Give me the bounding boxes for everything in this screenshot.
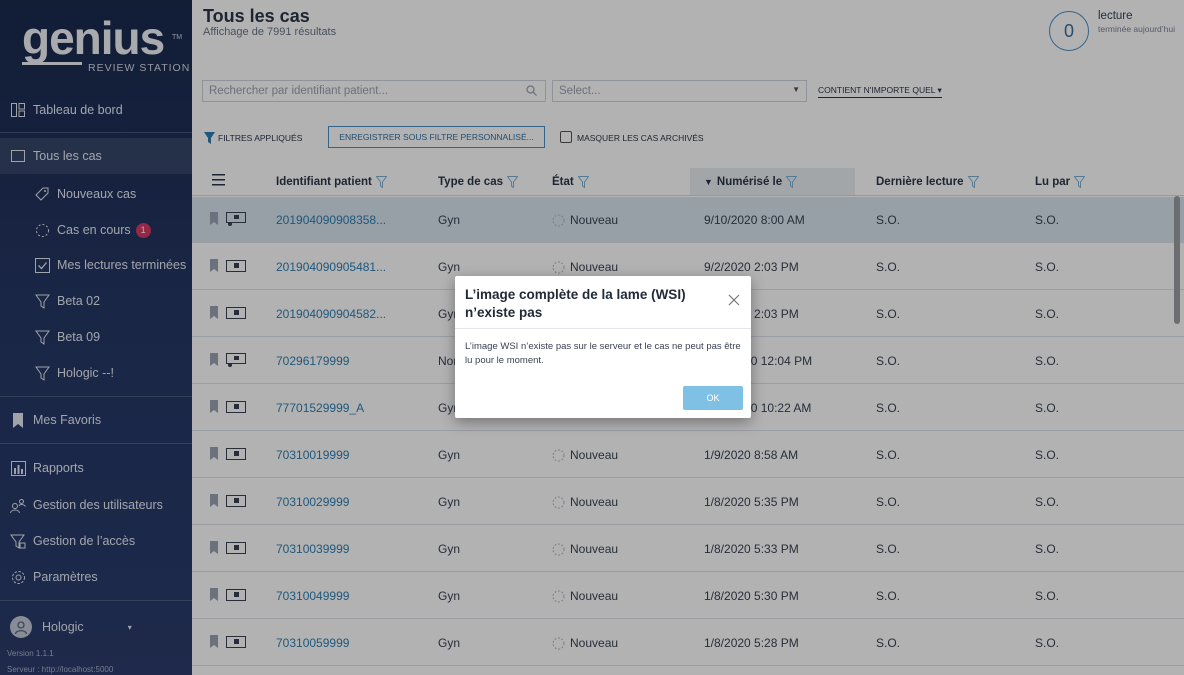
divider — [455, 328, 751, 329]
dialog-title: L’image complète de la lame (WSI) n’exis… — [465, 287, 686, 320]
ok-button[interactable]: OK — [683, 386, 743, 410]
error-dialog: L’image complète de la lame (WSI) n’exis… — [455, 276, 751, 418]
dialog-message: L’image WSI n’existe pas sur le serveur … — [465, 341, 741, 366]
close-icon[interactable] — [727, 293, 741, 307]
